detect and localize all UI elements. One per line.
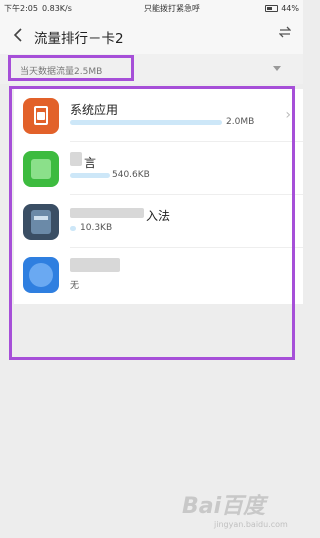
status-speed: 0.83K/s	[41, 3, 72, 13]
swap-icon[interactable]	[278, 26, 292, 42]
dropdown-arrow-icon[interactable]	[273, 66, 281, 71]
status-battery: 44%	[281, 3, 299, 13]
chevron-left-icon[interactable]	[10, 26, 26, 44]
watermark-url: jingyan.baidu.com	[214, 520, 288, 529]
page-title: 流量排行－卡2	[34, 31, 124, 47]
watermark-logo: Bai百度	[182, 494, 266, 519]
battery-icon	[265, 4, 279, 12]
title-bar: 流量排行－卡2	[0, 16, 303, 54]
status-notice: 只能拨打紧急呼	[144, 3, 200, 13]
status-bar: 下午2:05 0.83K/s 只能拨打紧急呼 44%	[0, 0, 303, 16]
list-highlight-box	[9, 86, 295, 360]
filter-label[interactable]: 当天数据流量2.5MB	[20, 64, 102, 77]
status-time: 下午2:05	[4, 3, 38, 13]
